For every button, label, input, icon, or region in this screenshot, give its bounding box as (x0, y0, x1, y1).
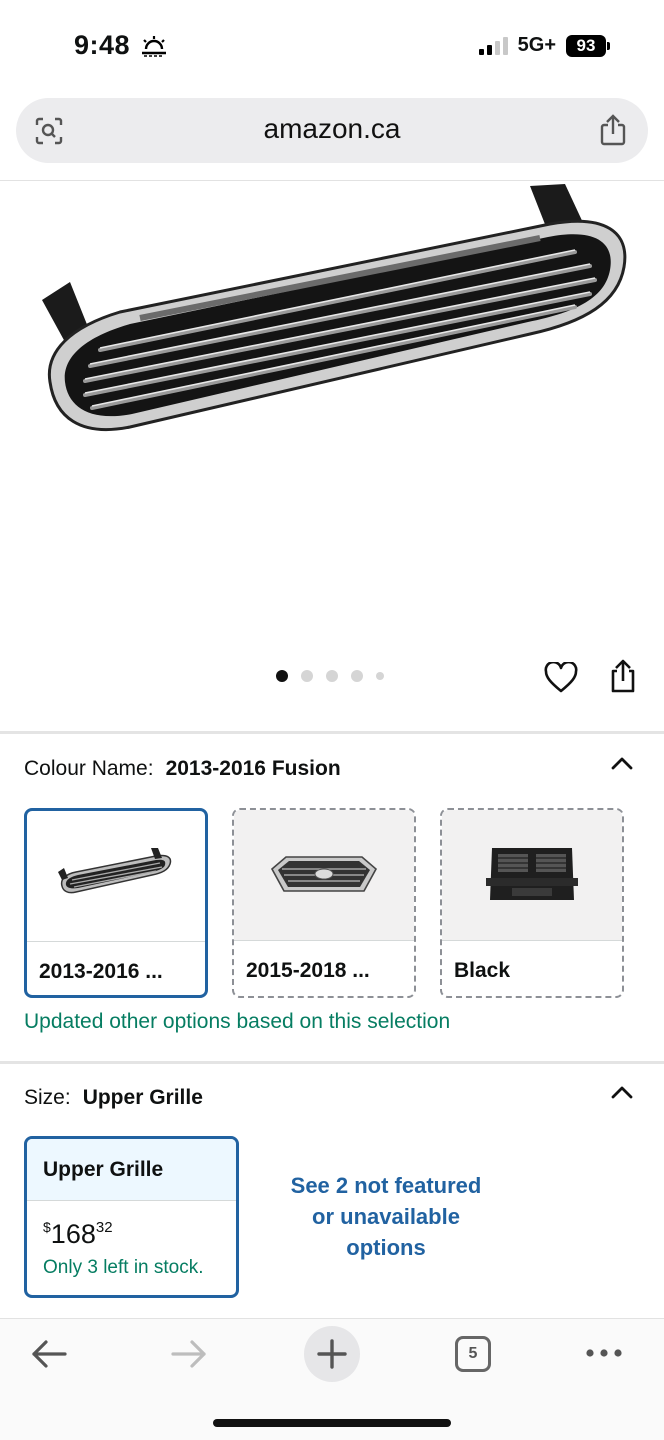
home-indicator[interactable] (213, 1419, 451, 1427)
see-more-line[interactable]: See 2 not featured (270, 1170, 502, 1201)
product-share-icon[interactable] (608, 658, 638, 694)
plus-icon (317, 1339, 347, 1369)
price-whole: 168 (50, 1219, 96, 1249)
carousel-dot[interactable] (301, 670, 313, 682)
address-bar[interactable]: amazon.ca (16, 98, 648, 163)
image-carousel-dots[interactable] (276, 670, 384, 682)
back-arrow-icon[interactable] (30, 1339, 68, 1369)
tab-switcher-button[interactable]: 5 (455, 1336, 491, 1372)
chevron-up-icon[interactable] (610, 755, 634, 771)
status-indicators: 5G+ 93 (478, 34, 610, 57)
network-type: 5G+ (517, 34, 556, 56)
size-option-price: $16832 (43, 1219, 113, 1250)
size-label-row: Size: Upper Grille (24, 1086, 203, 1110)
swatch-image (27, 811, 205, 941)
stock-status: Only 3 left in stock. (43, 1257, 204, 1278)
price-fraction: 32 (95, 1219, 113, 1236)
clock: 9:48 (74, 30, 131, 60)
swatch-label: 2015-2018 ... (234, 940, 414, 996)
see-more-line[interactable]: or unavailable (270, 1201, 502, 1232)
see-unavailable-options-link[interactable]: See 2 not featured or unavailable option… (270, 1170, 502, 1263)
swatch-label: Black (442, 940, 622, 996)
product-image[interactable] (30, 182, 634, 502)
forward-arrow-icon[interactable] (170, 1339, 208, 1369)
size-value: Upper Grille (82, 1086, 203, 1109)
size-option-upper-grille[interactable]: Upper Grille $16832 Only 3 left in stock… (24, 1136, 239, 1298)
share-icon[interactable] (598, 113, 628, 147)
battery-level: 93 (566, 34, 606, 57)
carousel-dot[interactable] (376, 672, 384, 680)
section-divider (0, 1061, 664, 1064)
status-bar: 9:48 5G+ 93 (0, 0, 664, 92)
selection-update-note: Updated other options based on this sele… (24, 1010, 451, 1033)
swatch-label: 2013-2016 ... (27, 941, 205, 995)
colour-option-black[interactable]: Black (440, 808, 624, 998)
battery-icon: 93 (566, 34, 610, 57)
heart-icon[interactable] (544, 662, 578, 694)
sunrise-icon (142, 35, 167, 57)
colour-label-row: Colour Name: 2013-2016 Fusion (24, 757, 341, 781)
new-tab-button[interactable] (304, 1326, 360, 1382)
colour-option-2015-2018[interactable]: 2015-2018 ... (232, 808, 416, 998)
colour-option-2013-2016[interactable]: 2013-2016 ... (24, 808, 208, 998)
see-more-line[interactable]: options (270, 1232, 502, 1263)
url-text[interactable]: amazon.ca (16, 113, 648, 145)
colour-label: Colour Name: (24, 757, 154, 780)
more-options-icon[interactable] (584, 1343, 624, 1363)
chevron-up-icon[interactable] (610, 1084, 634, 1100)
price-currency: $ (43, 1219, 51, 1235)
carousel-dot[interactable] (276, 670, 288, 682)
swatch-image (234, 810, 414, 940)
signal-icon (478, 36, 508, 55)
swatch-image (442, 810, 622, 940)
size-option-title: Upper Grille (27, 1139, 236, 1201)
browser-toolbar: 5 (0, 1319, 664, 1440)
size-label: Size: (24, 1086, 71, 1109)
divider (0, 180, 664, 181)
carousel-dot[interactable] (351, 670, 363, 682)
colour-value: 2013-2016 Fusion (165, 757, 341, 780)
status-time: 9:48 (74, 30, 168, 61)
carousel-dot[interactable] (326, 670, 338, 682)
section-divider (0, 731, 664, 734)
